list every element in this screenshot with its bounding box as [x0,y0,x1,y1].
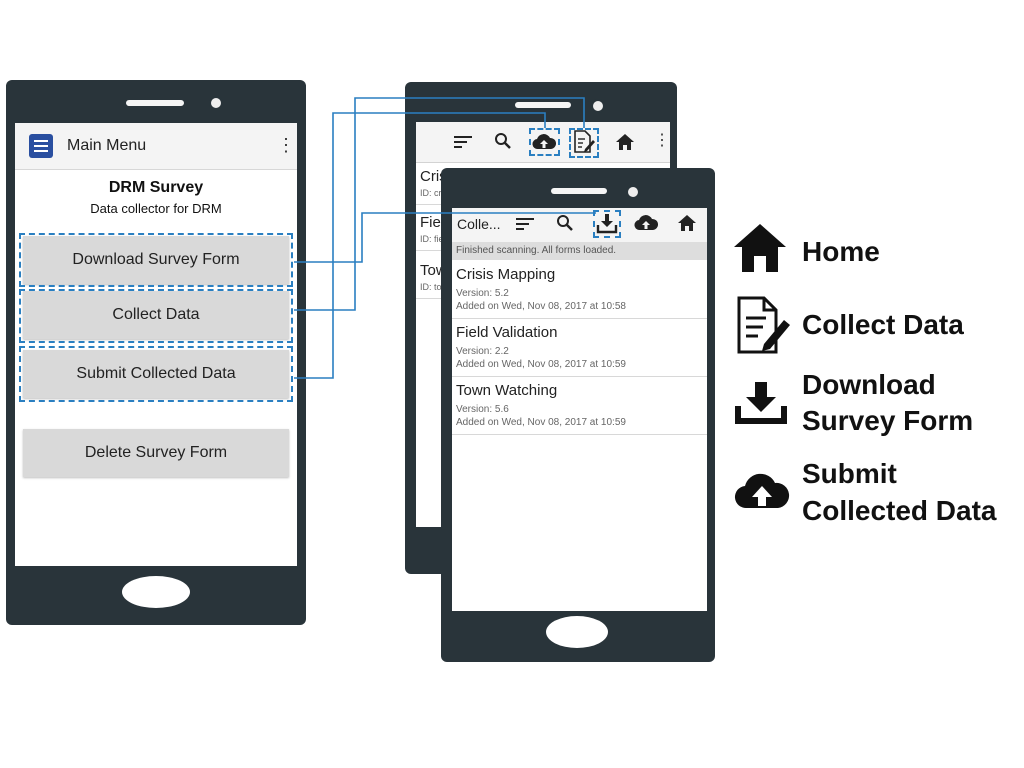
legend-home-icon [734,224,786,272]
legend-download-label-line2: Survey Form [802,405,974,436]
legend-download-icon [735,382,787,424]
legend-home-label: Home [802,236,880,267]
legend-submit-label-line1: Submit [802,458,897,489]
connector-submit [294,112,546,379]
legend-collect-data-label: Collect Data [802,309,964,340]
legend-download-label-line1: Download [802,369,936,400]
legend-submit-label-line2: Collected Data [802,495,997,526]
connector-download [294,212,596,263]
legend-collect-data-icon [737,296,790,354]
legend-cloud-upload-icon [734,473,790,509]
connector-collect [294,97,585,311]
